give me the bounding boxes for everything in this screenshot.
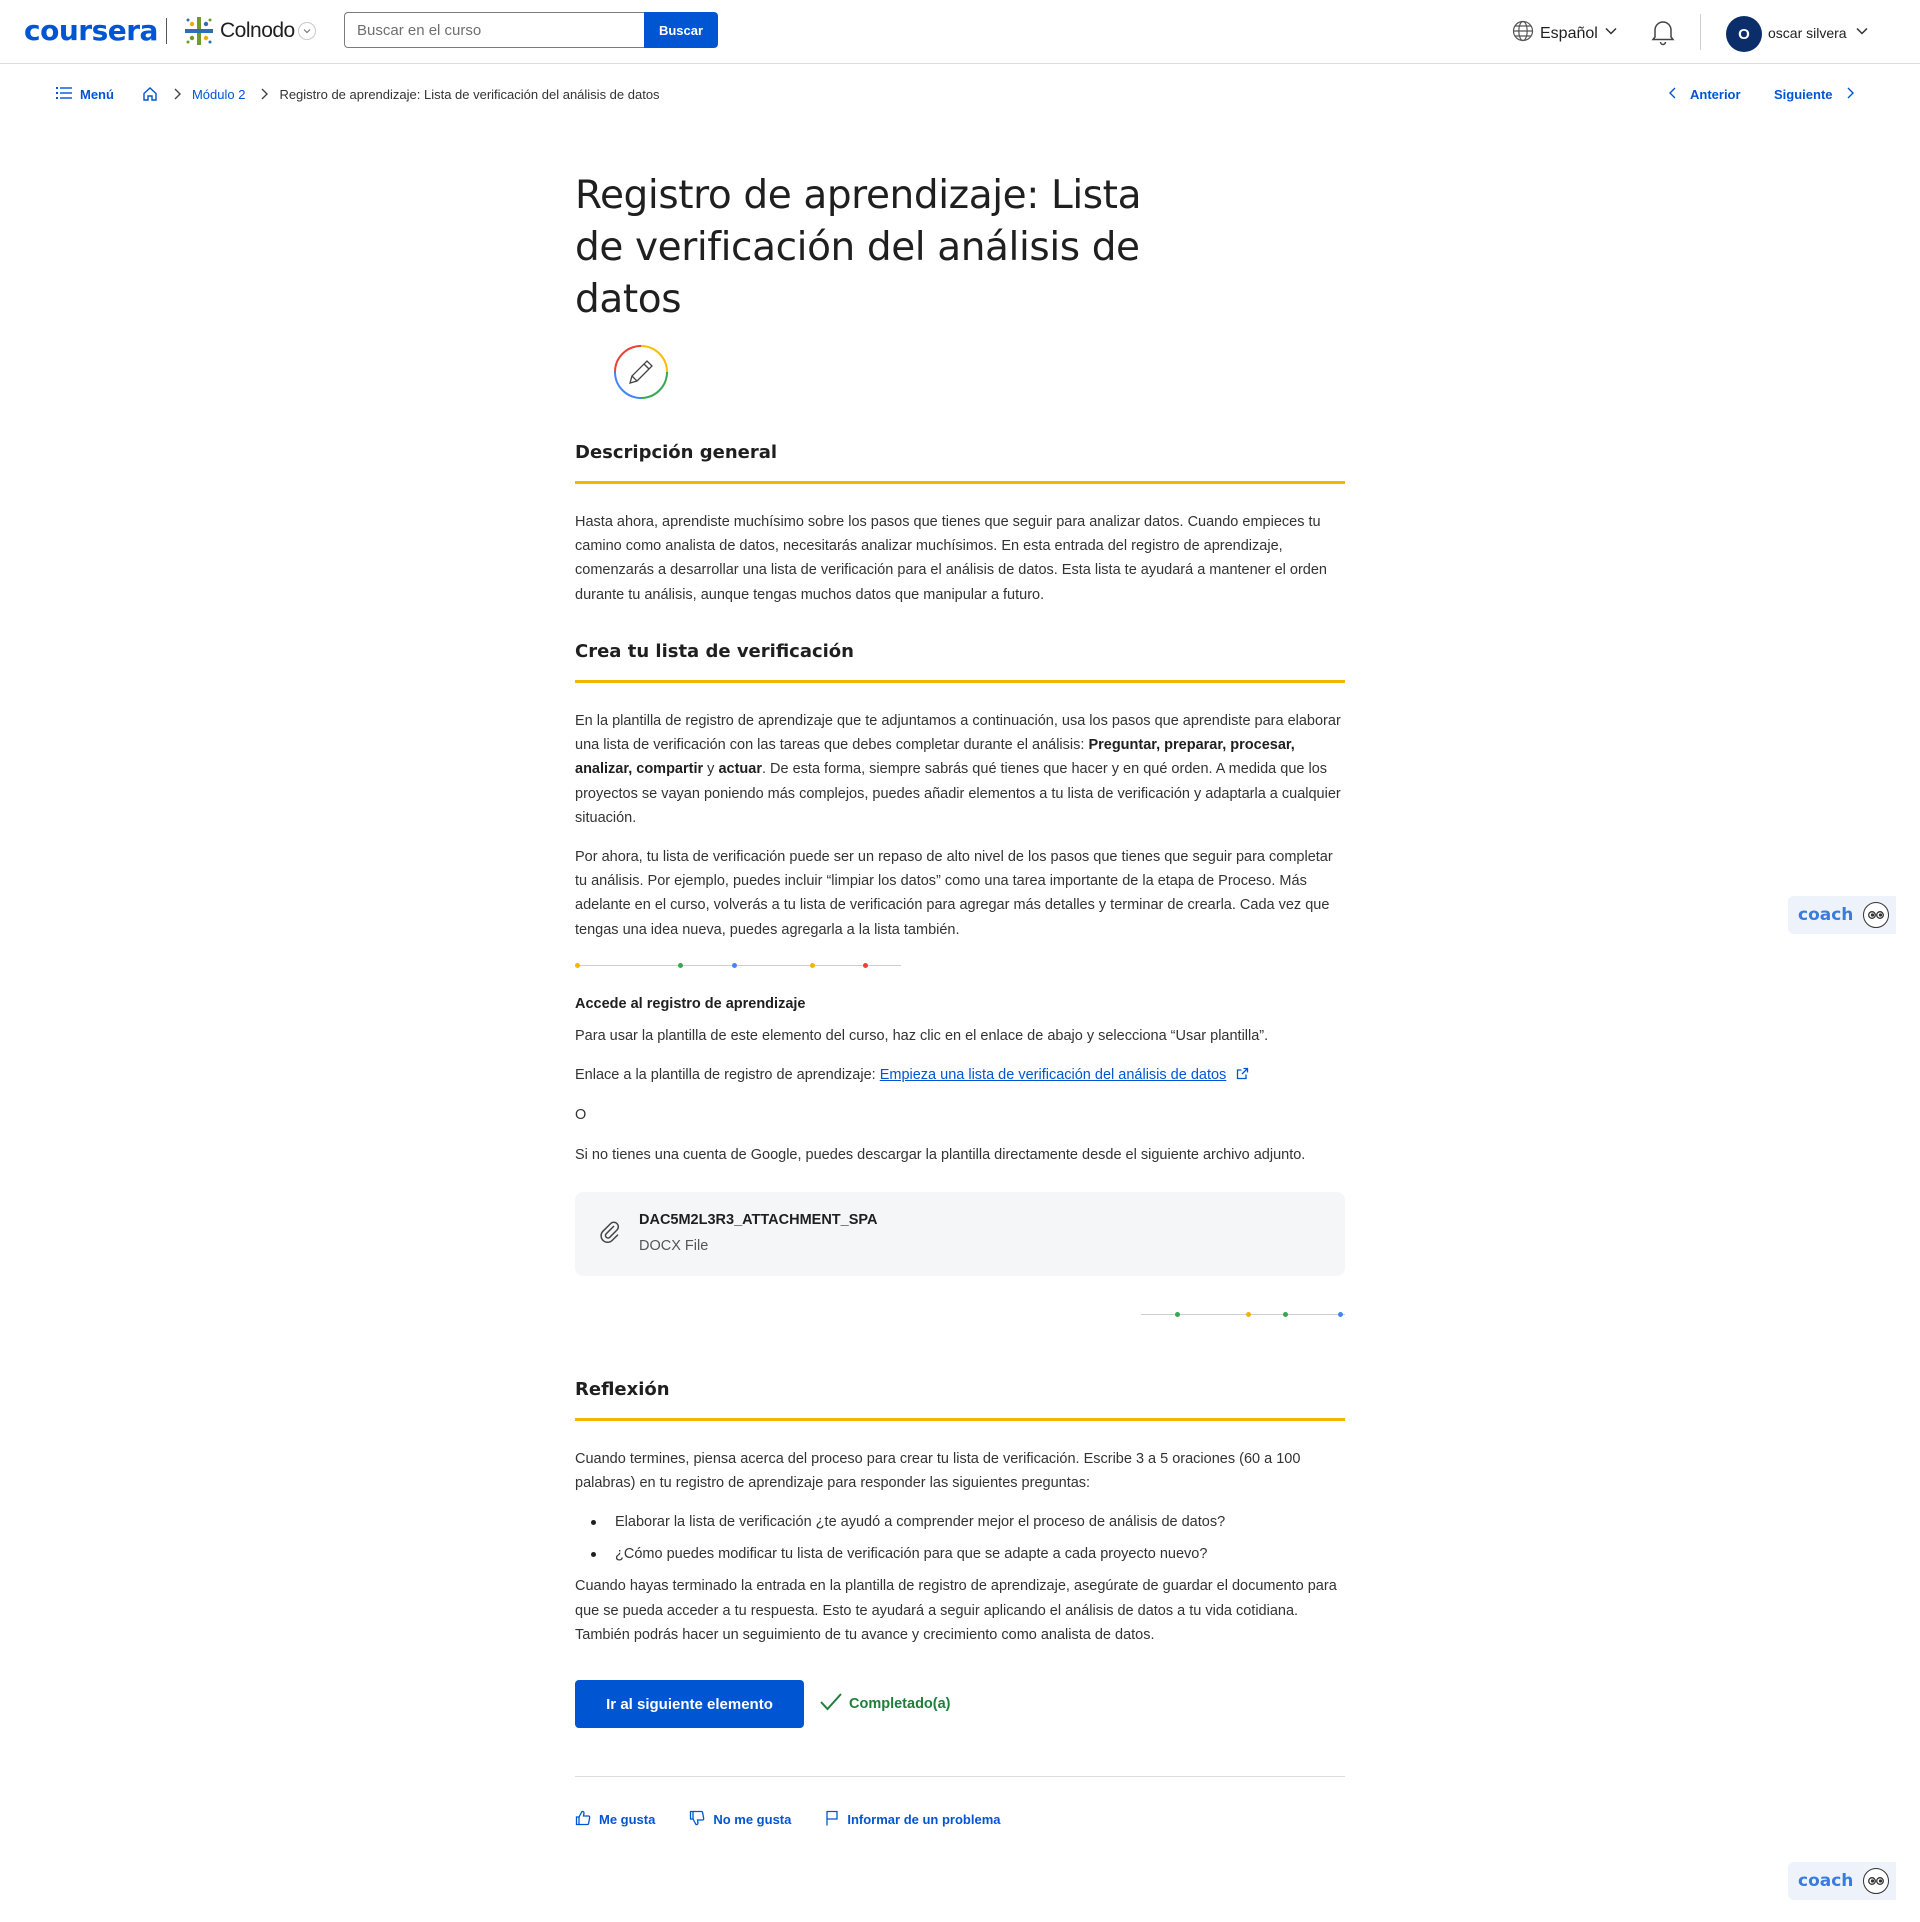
decorative-divider <box>1141 1310 1345 1318</box>
decorative-divider <box>575 961 901 969</box>
avatar[interactable]: O <box>1726 16 1762 52</box>
overview-paragraph: Hasta ahora, aprendiste muchísimo sobre … <box>575 514 1327 603</box>
access-paragraph: Para usar la plantilla de este elemento … <box>575 1028 1269 1044</box>
completed-label: Completado(a) <box>849 1696 951 1712</box>
partner-menu-chevron-icon[interactable] <box>298 22 316 40</box>
coach-eyes-icon <box>1863 1868 1890 1894</box>
thumbs-up-icon <box>575 1810 591 1829</box>
page-title: Registro de aprendizaje: Lista de verifi… <box>575 173 1142 322</box>
create-checklist-paragraph-1: En la plantilla de registro de aprendiza… <box>575 713 1341 826</box>
breadcrumb: Menú Módulo 2 Registro de aprendizaje: L… <box>56 86 660 102</box>
thumbs-down-icon <box>689 1810 705 1829</box>
search-button[interactable]: Buscar <box>644 12 718 48</box>
attachment-name: DAC5M2L3R3_ATTACHMENT_SPA <box>639 1212 878 1228</box>
dislike-label: No me gusta <box>713 1812 792 1827</box>
feedback-bar: Me gusta No me gusta Informar de un prob… <box>575 1810 1035 1829</box>
like-button[interactable]: Me gusta <box>575 1810 655 1829</box>
create-checklist-heading: Crea tu lista de verificación <box>575 641 1345 683</box>
coach-button[interactable]: coach <box>1788 896 1896 934</box>
flag-icon <box>825 1810 839 1829</box>
create-checklist-section: Crea tu lista de verificación En la plan… <box>575 641 1345 942</box>
template-link[interactable]: Empieza una lista de verificación del an… <box>880 1067 1227 1083</box>
chevron-left-icon <box>1668 86 1678 103</box>
paperclip-icon <box>599 1220 621 1249</box>
list-item: Elaborar la lista de verificación ¿te ay… <box>575 1510 1345 1534</box>
user-menu[interactable]: oscar silvera <box>1768 24 1869 41</box>
breadcrumb-module-link[interactable]: Módulo 2 <box>192 87 245 102</box>
header-divider <box>1700 14 1701 50</box>
partner-logo[interactable]: Colnodo <box>184 16 295 46</box>
menu-label: Menú <box>80 86 114 102</box>
coach-label: coach <box>1798 905 1854 925</box>
external-link-icon <box>1236 1064 1249 1088</box>
overview-heading: Descripción general <box>575 442 1345 484</box>
reflection-heading: Reflexión <box>575 1379 1345 1421</box>
chevron-right-icon <box>259 87 269 101</box>
access-section: Accede al registro de aprendizaje Para u… <box>575 996 1345 1167</box>
report-problem-button[interactable]: Informar de un problema <box>825 1810 1001 1829</box>
dislike-button[interactable]: No me gusta <box>689 1810 791 1829</box>
reflection-paragraph-2: Cuando hayas terminado la entrada en la … <box>575 1578 1337 1643</box>
top-navigation-bar: coursera Colnodo Buscar en el curso Busc… <box>0 0 1920 64</box>
user-name: oscar silvera <box>1768 24 1847 41</box>
list-item: ¿Cómo puedes modificar tu lista de verif… <box>575 1542 1345 1566</box>
chevron-down-icon <box>1855 24 1869 41</box>
previous-label: Anterior <box>1690 87 1741 102</box>
list-menu-icon <box>56 86 72 102</box>
next-item-button[interactable]: Siguiente <box>1774 86 1855 103</box>
logo-divider <box>166 18 167 44</box>
chevron-down-icon <box>1604 24 1618 43</box>
create-checklist-paragraph-2: Por ahora, tu lista de verificación pued… <box>575 849 1333 938</box>
pencil-badge-icon <box>613 344 669 400</box>
coach-button[interactable]: coach <box>1788 1862 1896 1900</box>
coach-label: coach <box>1798 1871 1854 1891</box>
chevron-right-icon <box>172 87 182 101</box>
like-label: Me gusta <box>599 1812 656 1827</box>
checkmark-icon <box>819 1692 843 1716</box>
next-label: Siguiente <box>1774 87 1833 102</box>
globe-icon <box>1512 20 1534 47</box>
download-paragraph: Si no tienes una cuenta de Google, puede… <box>575 1146 1306 1163</box>
or-text: O <box>575 1107 587 1124</box>
coursera-logo[interactable]: coursera <box>24 14 158 47</box>
coach-eyes-icon <box>1863 902 1890 928</box>
reading-content: Registro de aprendizaje: Lista de verifi… <box>575 170 1345 1827</box>
report-label: Informar de un problema <box>847 1812 1001 1827</box>
previous-item-button[interactable]: Anterior <box>1668 86 1741 103</box>
breadcrumb-current-page: Registro de aprendizaje: Lista de verifi… <box>279 86 660 102</box>
overview-section: Descripción general Hasta ahora, aprendi… <box>575 442 1345 607</box>
completed-status: Completado(a) <box>819 1692 951 1716</box>
attachment-card[interactable]: DAC5M2L3R3_ATTACHMENT_SPA DOCX File <box>575 1192 1345 1276</box>
partner-name: Colnodo <box>220 19 295 42</box>
go-to-next-item-button[interactable]: Ir al siguiente elemento <box>575 1680 804 1728</box>
menu-toggle-button[interactable]: Menú <box>56 86 114 102</box>
content-divider <box>575 1776 1345 1777</box>
colnodo-logo-icon <box>184 16 214 46</box>
home-icon[interactable] <box>142 86 158 102</box>
attachment-type: DOCX File <box>639 1238 709 1254</box>
reflection-section: Reflexión Cuando termines, piensa acerca… <box>575 1379 1345 1647</box>
language-selector[interactable]: Español <box>1512 20 1618 47</box>
reflection-questions-list: Elaborar la lista de verificación ¿te ay… <box>575 1510 1345 1566</box>
template-link-line: Enlace a la plantilla de registro de apr… <box>575 1063 1345 1088</box>
access-heading: Accede al registro de aprendizaje <box>575 996 806 1012</box>
notifications-bell-icon[interactable] <box>1650 18 1676 51</box>
language-label: Español <box>1540 24 1598 42</box>
reflection-paragraph-1: Cuando termines, piensa acerca del proce… <box>575 1451 1301 1492</box>
search-input[interactable] <box>344 12 644 48</box>
chevron-right-icon <box>1845 86 1855 103</box>
